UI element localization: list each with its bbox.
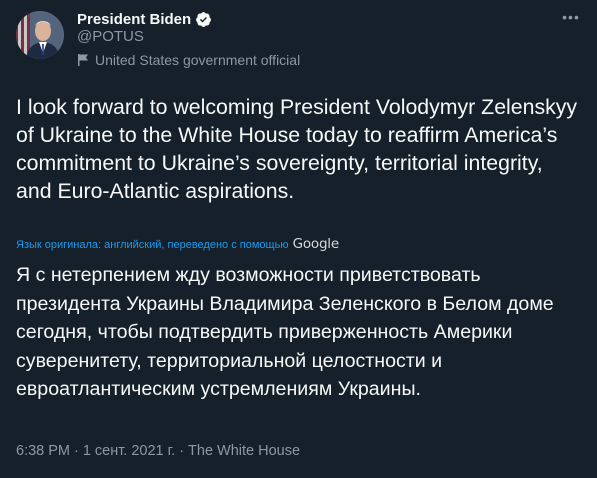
tweet-source[interactable]: The White House bbox=[188, 443, 300, 459]
translation-note[interactable]: Язык оригинала: английский, переведено с… bbox=[16, 236, 339, 252]
tweet-card: President Biden @POTUS United States gov… bbox=[0, 0, 597, 478]
government-label[interactable]: United States government official bbox=[77, 52, 300, 68]
government-label-text: United States government official bbox=[95, 52, 301, 68]
meta-separator: · bbox=[74, 443, 79, 459]
verified-badge-icon bbox=[195, 11, 212, 28]
translated-text: Я с нетерпением жду возможности приветст… bbox=[16, 264, 554, 400]
tweet-text: I look forward to welcoming President Vo… bbox=[16, 95, 578, 203]
flag-icon bbox=[77, 53, 89, 67]
google-logo: Google bbox=[292, 236, 340, 252]
meta-separator: · bbox=[179, 443, 185, 459]
avatar[interactable] bbox=[16, 11, 64, 59]
translation-note-text: Язык оригинала: английский, переведено с… bbox=[16, 239, 289, 251]
more-options-button[interactable]: ••• bbox=[559, 6, 583, 28]
tweet-time[interactable]: 6:38 PM bbox=[16, 443, 70, 459]
more-horizontal-icon: ••• bbox=[562, 9, 580, 25]
tweet-meta: 6:38 PM · 1 сент. 2021 г. · The White Ho… bbox=[16, 443, 300, 459]
display-name[interactable]: President Biden bbox=[77, 11, 191, 28]
handle[interactable]: @POTUS bbox=[77, 28, 144, 45]
author-name-row[interactable]: President Biden bbox=[77, 9, 212, 29]
tweet-date[interactable]: 1 сент. 2021 г. bbox=[83, 443, 175, 459]
